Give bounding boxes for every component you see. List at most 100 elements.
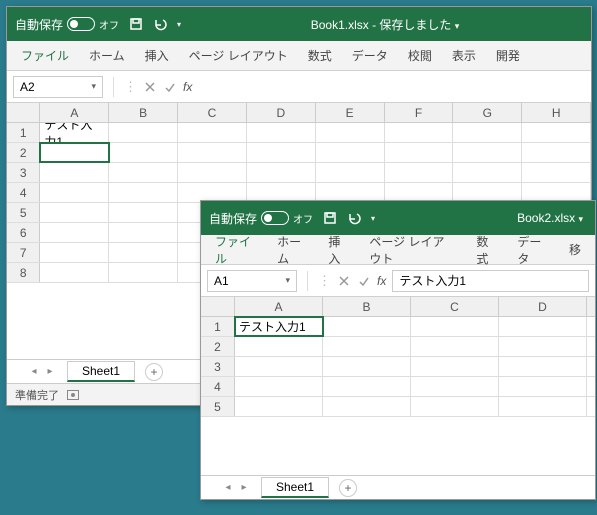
cell-E2[interactable] bbox=[316, 143, 385, 162]
col-header-C[interactable]: C bbox=[178, 103, 247, 122]
sheet-nav-next-icon[interactable]: ▸ bbox=[43, 365, 57, 379]
ribbon-tab-ホーム[interactable]: ホーム bbox=[269, 229, 316, 271]
col-header-A[interactable]: A bbox=[235, 297, 323, 316]
add-sheet-icon[interactable]: + bbox=[339, 479, 357, 497]
ribbon-tab-データ[interactable]: データ bbox=[509, 229, 557, 271]
row-header-6[interactable]: 6 bbox=[7, 223, 40, 242]
row-header-2[interactable]: 2 bbox=[201, 337, 235, 356]
sheet-nav-next-icon[interactable]: ▸ bbox=[237, 481, 251, 495]
cell-G1[interactable] bbox=[453, 123, 522, 142]
cell-A5[interactable] bbox=[40, 203, 109, 222]
ribbon-tab-校閲[interactable]: 校閲 bbox=[400, 43, 440, 68]
col-header-C[interactable]: C bbox=[411, 297, 499, 316]
row-header-8[interactable]: 8 bbox=[7, 263, 40, 282]
chevron-down-icon[interactable]: ▾ bbox=[91, 81, 96, 92]
cell-F1[interactable] bbox=[385, 123, 454, 142]
cell-A8[interactable] bbox=[40, 263, 109, 282]
cell-D1[interactable] bbox=[499, 317, 587, 336]
cell-A5[interactable] bbox=[235, 397, 323, 416]
ribbon-tab-ページ レイアウト[interactable]: ページ レイアウト bbox=[181, 43, 296, 68]
cell-D1[interactable] bbox=[247, 123, 316, 142]
cell-B3[interactable] bbox=[109, 163, 178, 182]
cell-A3[interactable] bbox=[40, 163, 109, 182]
cell-B5[interactable] bbox=[323, 397, 411, 416]
cell-B1[interactable] bbox=[323, 317, 411, 336]
ribbon-tab-データ[interactable]: データ bbox=[344, 43, 396, 68]
autosave-toggle[interactable]: 自動保存 オフ bbox=[209, 210, 313, 227]
cell-A1[interactable]: テスト入力1 bbox=[40, 123, 109, 142]
undo-icon[interactable] bbox=[153, 17, 167, 31]
cell-B4[interactable] bbox=[109, 183, 178, 202]
row-header-1[interactable]: 1 bbox=[201, 317, 235, 336]
enter-icon[interactable] bbox=[357, 274, 371, 288]
cell-C3[interactable] bbox=[178, 163, 247, 182]
cell-B5[interactable] bbox=[109, 203, 178, 222]
cell-H3[interactable] bbox=[522, 163, 591, 182]
cell-D5[interactable] bbox=[499, 397, 587, 416]
cell-D2[interactable] bbox=[247, 143, 316, 162]
cell-D2[interactable] bbox=[499, 337, 587, 356]
cell-A4[interactable] bbox=[40, 183, 109, 202]
cancel-icon[interactable] bbox=[337, 274, 351, 288]
autosave-toggle[interactable]: 自動保存 オフ bbox=[15, 16, 119, 33]
spreadsheet-grid[interactable]: ABCD1テスト入力12345 bbox=[201, 297, 595, 447]
toggle-off-icon[interactable] bbox=[261, 211, 289, 225]
cell-D4[interactable] bbox=[499, 377, 587, 396]
titlebar[interactable]: 自動保存 オフ ▾ Book1.xlsx - 保存しました ▾ bbox=[7, 7, 591, 41]
cell-H2[interactable] bbox=[522, 143, 591, 162]
cell-C1[interactable] bbox=[178, 123, 247, 142]
undo-dropdown-icon[interactable]: ▾ bbox=[177, 20, 181, 29]
ribbon-tab-ファイル[interactable]: ファイル bbox=[207, 229, 265, 271]
cell-C2[interactable] bbox=[178, 143, 247, 162]
row-header-7[interactable]: 7 bbox=[7, 243, 40, 262]
cell-B4[interactable] bbox=[323, 377, 411, 396]
col-header-H[interactable]: H bbox=[522, 103, 591, 122]
add-sheet-icon[interactable]: + bbox=[145, 363, 163, 381]
cell-D3[interactable] bbox=[499, 357, 587, 376]
toggle-off-icon[interactable] bbox=[67, 17, 95, 31]
col-header-A[interactable]: A bbox=[40, 103, 109, 122]
ribbon-tab-開発[interactable]: 開発 bbox=[488, 43, 528, 68]
row-header-3[interactable]: 3 bbox=[201, 357, 235, 376]
cell-G2[interactable] bbox=[453, 143, 522, 162]
cell-B1[interactable] bbox=[109, 123, 178, 142]
ribbon-tab-ファイル[interactable]: ファイル bbox=[13, 43, 77, 68]
cell-A6[interactable] bbox=[40, 223, 109, 242]
save-icon[interactable] bbox=[323, 211, 337, 225]
row-header-3[interactable]: 3 bbox=[7, 163, 40, 182]
cell-A2[interactable] bbox=[40, 143, 109, 162]
col-header-D[interactable]: D bbox=[499, 297, 587, 316]
ribbon-tab-数式[interactable]: 数式 bbox=[468, 229, 505, 271]
ribbon-tab-移[interactable]: 移 bbox=[561, 237, 589, 262]
formula-input[interactable] bbox=[198, 76, 585, 98]
sheet-nav-prev-icon[interactable]: ◂ bbox=[27, 365, 41, 379]
cell-C2[interactable] bbox=[411, 337, 499, 356]
cell-A4[interactable] bbox=[235, 377, 323, 396]
ribbon-tab-挿入[interactable]: 挿入 bbox=[320, 229, 357, 271]
cell-B3[interactable] bbox=[323, 357, 411, 376]
cell-F2[interactable] bbox=[385, 143, 454, 162]
cell-B7[interactable] bbox=[109, 243, 178, 262]
fx-icon[interactable]: fx bbox=[377, 274, 386, 288]
cell-B8[interactable] bbox=[109, 263, 178, 282]
undo-icon[interactable] bbox=[347, 211, 361, 225]
name-box[interactable]: A2 ▾ bbox=[13, 76, 103, 98]
save-icon[interactable] bbox=[129, 17, 143, 31]
ribbon-tab-ホーム[interactable]: ホーム bbox=[81, 43, 133, 68]
record-macro-icon[interactable] bbox=[67, 390, 79, 400]
cell-B2[interactable] bbox=[323, 337, 411, 356]
cell-D3[interactable] bbox=[247, 163, 316, 182]
select-all-corner[interactable] bbox=[201, 297, 235, 316]
col-header-G[interactable]: G bbox=[453, 103, 522, 122]
row-header-5[interactable]: 5 bbox=[7, 203, 40, 222]
ribbon-tab-数式[interactable]: 数式 bbox=[300, 43, 340, 68]
cell-C5[interactable] bbox=[411, 397, 499, 416]
col-header-E[interactable]: E bbox=[316, 103, 385, 122]
col-header-B[interactable]: B bbox=[323, 297, 411, 316]
cell-C1[interactable] bbox=[411, 317, 499, 336]
sheet-nav-prev-icon[interactable]: ◂ bbox=[221, 481, 235, 495]
name-box[interactable]: A1 ▾ bbox=[207, 270, 297, 292]
ribbon-tab-表示[interactable]: 表示 bbox=[444, 43, 484, 68]
ribbon-tab-ページ レイアウト[interactable]: ページ レイアウト bbox=[361, 229, 464, 271]
fx-icon[interactable]: fx bbox=[183, 80, 192, 94]
